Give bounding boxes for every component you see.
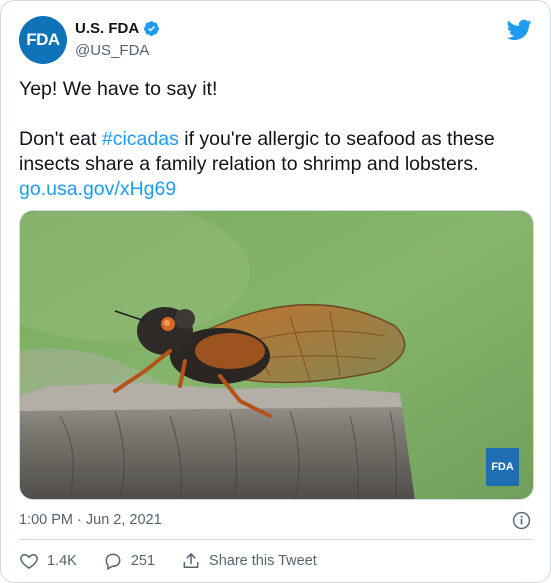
avatar[interactable]: FDA: [19, 16, 67, 64]
avatar-logo-text: FDA: [26, 30, 60, 49]
tweet-text: Yep! We have to say it! Don't eat #cicad…: [19, 77, 534, 202]
like-count: 1.4K: [47, 553, 77, 569]
share-icon: [183, 553, 199, 568]
meta-row: 1:00 PM · Jun 2, 2021: [19, 511, 534, 531]
share-label: Share this Tweet: [209, 553, 317, 569]
tweet-line-1: Yep! We have to say it!: [19, 78, 218, 100]
like-button[interactable]: 1.4K: [19, 551, 77, 571]
twitter-bird-icon[interactable]: [507, 19, 532, 41]
fda-watermark-text: FDA: [491, 461, 514, 473]
verified-badge-icon: [144, 21, 160, 36]
tweet-card: FDA U.S. FDA @US_FDA Yep! We have to say…: [0, 0, 551, 583]
cicada-photo-illustration: [20, 211, 533, 499]
tweet-url-link[interactable]: go.usa.gov/xHg69: [19, 177, 534, 202]
fda-watermark: FDA: [486, 448, 519, 486]
hashtag-link[interactable]: #cicadas: [102, 128, 179, 150]
tweet-text-part: Don't eat: [19, 128, 102, 150]
author-name-row: U.S. FDA: [75, 20, 160, 37]
author-name[interactable]: U.S. FDA: [75, 20, 139, 37]
heart-icon: [20, 553, 38, 569]
timestamp[interactable]: 1:00 PM · Jun 2, 2021: [19, 512, 162, 528]
info-icon[interactable]: [512, 511, 531, 530]
reply-icon: [105, 553, 121, 571]
reply-button[interactable]: 251: [103, 551, 155, 571]
action-bar: 1.4K 251 Share this Tweet: [19, 550, 343, 572]
share-button[interactable]: Share this Tweet: [181, 551, 317, 571]
tweet-photo[interactable]: FDA: [19, 210, 534, 500]
tweet-line-2: Don't eat #cicadas if you're allergic to…: [19, 127, 534, 177]
author-handle[interactable]: @US_FDA: [75, 42, 149, 59]
divider: [19, 539, 534, 540]
reply-count: 251: [130, 553, 156, 569]
